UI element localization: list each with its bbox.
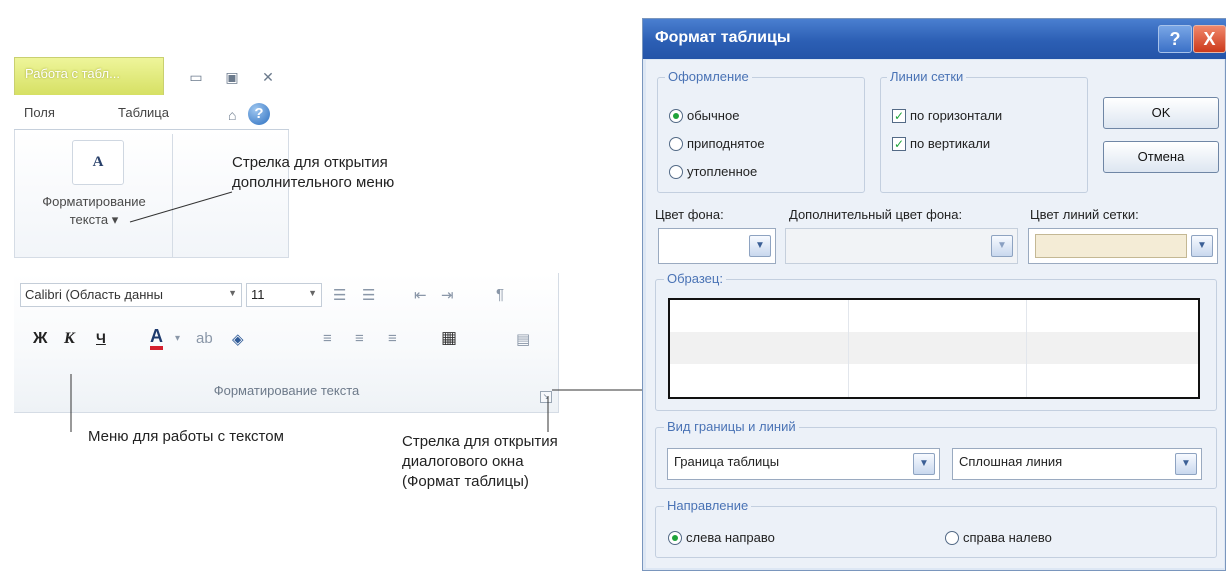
grid-horizontal-label: по горизонтали (910, 108, 1003, 123)
bg-color-combo[interactable]: ▼ (658, 228, 776, 264)
grid-color-swatch (1035, 234, 1187, 258)
annotation-text-menu: Меню для работы с текстом (88, 428, 284, 445)
grid-horizontal-checkbox[interactable]: ✓ по горизонтали (892, 108, 1002, 123)
style-option-normal-label: обычное (687, 108, 740, 123)
direction-rtl-label: справа налево (963, 530, 1052, 545)
direction-rtl-option[interactable]: справа налево (945, 530, 1052, 545)
radio-selected-icon (669, 108, 683, 123)
style-legend: Оформление (665, 69, 752, 84)
annotation-dialog-arrow: Стрелка для открытия диалогового окна (Ф… (402, 432, 558, 492)
border-type-combo[interactable]: Граница таблицы ▼ (667, 448, 940, 480)
grid-vertical-label: по вертикали (910, 136, 991, 151)
sample-preview-table (668, 298, 1200, 399)
check-icon: ✓ (892, 108, 906, 123)
grid-legend: Линии сетки (887, 69, 967, 84)
grid-color-combo[interactable]: ▼ (1028, 228, 1218, 264)
line-type-combo[interactable]: Сплошная линия ▼ (952, 448, 1202, 480)
border-type-value: Граница таблицы (674, 454, 780, 469)
direction-ltr-option[interactable]: слева направо (668, 530, 775, 545)
check-icon: ✓ (892, 136, 906, 151)
chevron-down-icon: ▼ (991, 235, 1013, 257)
cancel-button[interactable]: Отмена (1103, 141, 1219, 173)
radio-icon (669, 164, 683, 179)
annotation-dialog-arrow-line2: диалогового окна (402, 453, 524, 470)
preview-row (670, 300, 1198, 332)
annotation-menu-arrow: Стрелка для открытия дополнительного мен… (232, 153, 394, 193)
sample-legend: Образец: (664, 271, 726, 286)
radio-selected-icon (668, 530, 682, 545)
preview-column-divider (1026, 300, 1027, 397)
chevron-down-icon[interactable]: ▼ (1175, 453, 1197, 475)
dialog-close-button[interactable]: X (1193, 25, 1226, 53)
direction-legend: Направление (664, 498, 752, 513)
style-option-sunken[interactable]: утопленное (669, 164, 757, 179)
dialog-title: Формат таблицы (655, 29, 791, 46)
border-legend: Вид границы и линий (664, 419, 799, 434)
preview-row (670, 332, 1198, 364)
dialog-help-button[interactable]: ? (1158, 25, 1192, 53)
grid-color-label: Цвет линий сетки: (1030, 207, 1139, 222)
style-option-raised-label: приподнятое (687, 136, 765, 151)
radio-icon (669, 136, 683, 151)
style-option-raised[interactable]: приподнятое (669, 136, 765, 151)
chevron-down-icon[interactable]: ▼ (749, 235, 771, 257)
preview-column-divider (848, 300, 849, 397)
chevron-down-icon[interactable]: ▼ (913, 453, 935, 475)
annotation-dialog-arrow-line1: Стрелка для открытия (402, 433, 558, 450)
annotation-menu-arrow-line2: дополнительного меню (232, 174, 395, 191)
grid-fieldset (880, 77, 1088, 193)
grid-vertical-checkbox[interactable]: ✓ по вертикали (892, 136, 990, 151)
ok-button[interactable]: OK (1103, 97, 1219, 129)
radio-icon (945, 530, 959, 545)
bg-color-label: Цвет фона: (655, 207, 724, 222)
line-type-value: Сплошная линия (959, 454, 1063, 469)
style-option-sunken-label: утопленное (687, 164, 758, 179)
direction-ltr-label: слева направо (686, 530, 775, 545)
style-option-normal[interactable]: обычное (669, 108, 739, 123)
alt-bg-color-label: Дополнительный цвет фона: (789, 207, 963, 222)
chevron-down-icon[interactable]: ▼ (1191, 235, 1213, 257)
annotation-menu-arrow-line1: Стрелка для открытия (232, 154, 388, 171)
annotation-dialog-arrow-line3: (Формат таблицы) (402, 473, 529, 490)
alt-bg-color-combo: ▼ (785, 228, 1018, 264)
preview-row (670, 364, 1198, 396)
